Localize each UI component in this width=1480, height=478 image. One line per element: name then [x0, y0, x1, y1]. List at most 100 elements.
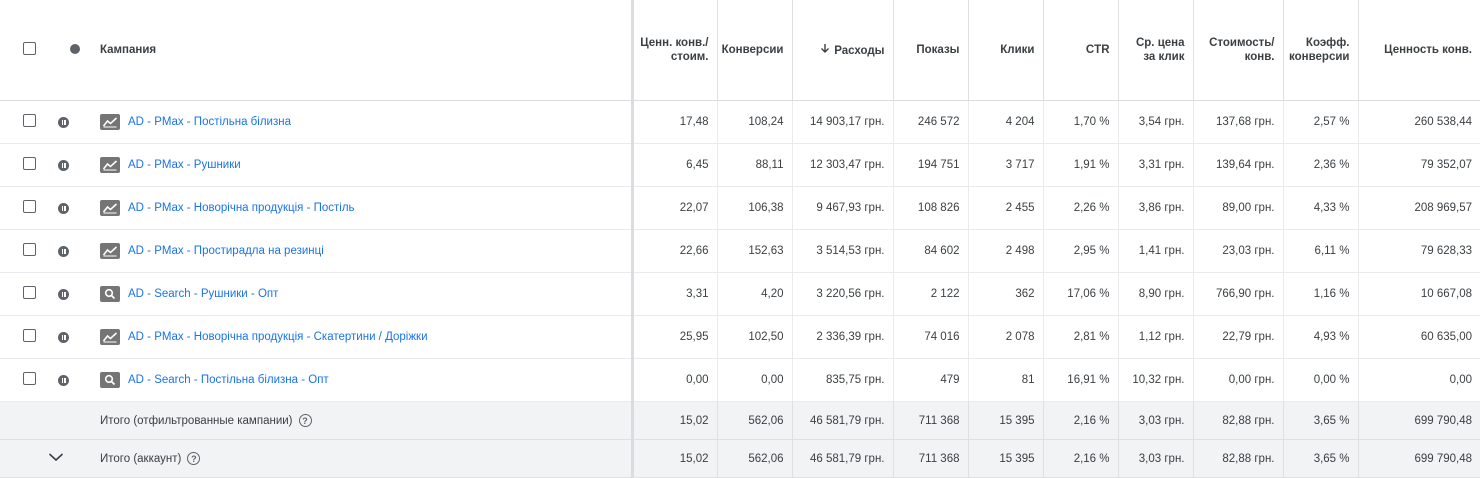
conv-value-cell: 79 352,07 — [1358, 143, 1480, 187]
clicks-cell: 3 717 — [968, 143, 1044, 187]
campaign-link[interactable]: AD - PMax - Новорічна продукція - Скатер… — [128, 331, 428, 343]
chevron-down-icon[interactable] — [48, 452, 64, 465]
clicks-cell: 2 078 — [968, 315, 1044, 359]
header-clicks[interactable]: Клики — [968, 0, 1044, 101]
help-icon[interactable]: ? — [187, 452, 201, 465]
row-checkbox[interactable] — [22, 200, 36, 213]
conv-rate-cell: 3,65 % — [1283, 439, 1359, 478]
conv-rate-cell: 6,11 % — [1283, 229, 1359, 273]
campaign-cell: AD - PMax - Постільна білизна — [92, 100, 634, 144]
paused-icon[interactable] — [58, 160, 69, 171]
campaign-link[interactable]: AD - Search - Рушники - Опт — [128, 288, 278, 300]
cost-per-conv-cell: 23,03 грн. — [1193, 229, 1284, 273]
header-avg-cpc[interactable]: Ср. цена за клик — [1118, 0, 1194, 101]
impressions-cell: 194 751 — [893, 143, 969, 187]
conv-value-cell: 60 635,00 — [1358, 315, 1480, 359]
row-select-cell — [0, 100, 58, 144]
impressions-cell: 246 572 — [893, 100, 969, 144]
header-conv-rate[interactable]: Коэфф. конверсии — [1283, 0, 1359, 101]
conv-value-cell: 260 538,44 — [1358, 100, 1480, 144]
paused-icon[interactable] — [58, 246, 69, 257]
table-row: AD - Search - Постільна білизна - Опт 0,… — [0, 358, 1480, 402]
avg-cpc-cell: 8,90 грн. — [1118, 272, 1194, 316]
row-select-cell — [0, 229, 58, 273]
paused-icon[interactable] — [58, 289, 69, 300]
ctr-cell: 2,81 % — [1043, 315, 1119, 359]
cost-per-conv-cell: 89,00 грн. — [1193, 186, 1284, 230]
ctr-cell: 1,91 % — [1043, 143, 1119, 187]
conv-rate-cell: 1,16 % — [1283, 272, 1359, 316]
help-icon[interactable]: ? — [298, 414, 312, 427]
avg-cpc-cell: 3,31 грн. — [1118, 143, 1194, 187]
conv-value-cell: 0,00 — [1358, 358, 1480, 402]
select-all-checkbox[interactable] — [22, 42, 36, 55]
value-per-cost-cell: 17,48 — [632, 100, 718, 144]
campaign-cell: AD - Search - Постільна білизна - Опт — [92, 358, 634, 402]
row-checkbox[interactable] — [22, 243, 36, 256]
row-checkbox[interactable] — [22, 329, 36, 342]
campaign-link[interactable]: AD - PMax - Простирадла на резинці — [128, 245, 324, 257]
cost-per-conv-cell: 82,88 грн. — [1193, 401, 1284, 440]
conv-value-cell: 10 667,08 — [1358, 272, 1480, 316]
header-ctr[interactable]: CTR — [1043, 0, 1119, 101]
ctr-cell: 16,91 % — [1043, 358, 1119, 402]
clicks-cell: 81 — [968, 358, 1044, 402]
row-select-cell — [0, 315, 58, 359]
cost-per-conv-cell: 139,64 грн. — [1193, 143, 1284, 187]
campaign-link[interactable]: AD - PMax - Новорічна продукція - Постіл… — [128, 202, 355, 214]
total-row-filtered: Итого (отфильтрованные кампании)? 15,02 … — [0, 401, 1480, 440]
clicks-cell: 2 498 — [968, 229, 1044, 273]
clicks-cell: 15 395 — [968, 439, 1044, 478]
paused-icon[interactable] — [58, 117, 69, 128]
value-per-cost-cell: 15,02 — [632, 439, 718, 478]
header-value-per-cost[interactable]: Ценн. конв./стоим. — [632, 0, 718, 101]
total-spacer — [0, 401, 58, 440]
total-label: Итого (отфильтрованные кампании) — [100, 414, 293, 427]
paused-icon[interactable] — [58, 375, 69, 386]
impressions-cell: 108 826 — [893, 186, 969, 230]
header-cost-per-conv[interactable]: Стоимость/конв. — [1193, 0, 1284, 101]
header-cost[interactable]: Расходы — [792, 0, 894, 101]
avg-cpc-cell: 3,54 грн. — [1118, 100, 1194, 144]
conv-value-cell: 699 790,48 — [1358, 401, 1480, 440]
row-checkbox[interactable] — [22, 157, 36, 170]
avg-cpc-cell: 1,41 грн. — [1118, 229, 1194, 273]
impressions-cell: 74 016 — [893, 315, 969, 359]
campaign-link[interactable]: AD - PMax - Рушники — [128, 159, 241, 171]
trending-chart-icon — [100, 243, 120, 259]
cost-cell: 46 581,79 грн. — [792, 401, 894, 440]
cost-cell: 3 514,53 грн. — [792, 229, 894, 273]
row-checkbox[interactable] — [22, 114, 36, 127]
conv-rate-cell: 3,65 % — [1283, 401, 1359, 440]
value-per-cost-cell: 3,31 — [632, 272, 718, 316]
header-conversions[interactable]: Конверсии — [717, 0, 793, 101]
status-filter-icon[interactable] — [70, 43, 80, 54]
row-checkbox[interactable] — [22, 372, 36, 385]
header-campaign[interactable]: Кампания — [92, 0, 634, 101]
cost-per-conv-cell: 22,79 грн. — [1193, 315, 1284, 359]
impressions-cell: 711 368 — [893, 401, 969, 440]
avg-cpc-cell: 3,86 грн. — [1118, 186, 1194, 230]
campaign-link[interactable]: AD - PMax - Постільна білизна — [128, 116, 291, 128]
header-conv-value[interactable]: Ценность конв. — [1358, 0, 1480, 101]
conversions-cell: 0,00 — [717, 358, 793, 402]
header-impressions[interactable]: Показы — [893, 0, 969, 101]
conversions-cell: 152,63 — [717, 229, 793, 273]
impressions-cell: 711 368 — [893, 439, 969, 478]
avg-cpc-cell: 3,03 грн. — [1118, 401, 1194, 440]
cost-cell: 9 467,93 грн. — [792, 186, 894, 230]
paused-icon[interactable] — [58, 332, 69, 343]
trending-chart-icon — [100, 200, 120, 216]
campaign-link[interactable]: AD - Search - Постільна білизна - Опт — [128, 374, 329, 386]
ctr-cell: 1,70 % — [1043, 100, 1119, 144]
conversions-cell: 562,06 — [717, 439, 793, 478]
cost-per-conv-cell: 0,00 грн. — [1193, 358, 1284, 402]
conv-value-cell: 208 969,57 — [1358, 186, 1480, 230]
conversions-cell: 106,38 — [717, 186, 793, 230]
row-checkbox[interactable] — [22, 286, 36, 299]
campaigns-table: Кампания Ценн. конв./стоим. Конверсии Ра… — [0, 0, 1480, 478]
expand-cell — [0, 439, 92, 478]
conv-value-cell: 699 790,48 — [1358, 439, 1480, 478]
paused-icon[interactable] — [58, 203, 69, 214]
table-row: AD - PMax - Простирадла на резинці 22,66… — [0, 229, 1480, 273]
